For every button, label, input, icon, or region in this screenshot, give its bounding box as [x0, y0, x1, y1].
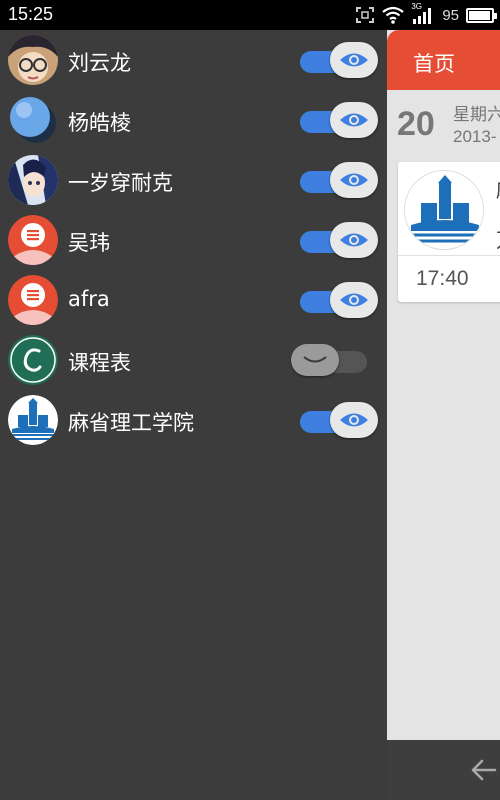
drawer-item-label: 课程表 — [68, 351, 131, 375]
drawer-item[interactable]: 杨皓棱 — [0, 90, 387, 150]
status-bar: 15:25 3G 95 — [0, 0, 500, 30]
date-weekday: 星期六 — [453, 105, 500, 125]
date-year: 2013- — [453, 127, 497, 146]
visibility-toggle[interactable] — [298, 400, 378, 440]
wifi-icon — [382, 6, 404, 24]
app-bar: 首页 — [387, 30, 500, 90]
drawer-item-label: 一岁穿耐克 — [68, 171, 173, 195]
event-time: 17:40 — [416, 267, 469, 290]
bottom-bar — [387, 740, 500, 800]
visibility-toggle[interactable] — [298, 40, 378, 80]
event-card[interactable]: 麻 万 17:40 — [398, 162, 500, 302]
drawer-item[interactable]: 一岁穿耐克 — [0, 150, 387, 210]
avatar — [8, 155, 58, 205]
eye-icon — [340, 53, 368, 67]
signal-icon: 3G — [411, 2, 435, 25]
visibility-toggle[interactable] — [298, 160, 378, 200]
eye-icon — [340, 113, 368, 127]
avatar — [8, 335, 58, 385]
drawer-item-label: 吴玮 — [68, 231, 110, 255]
visibility-toggle[interactable] — [298, 100, 378, 140]
drawer-item[interactable]: 课程表 — [0, 330, 387, 390]
eye-icon — [340, 413, 368, 427]
drawer-item[interactable]: 麻省理工学院 — [0, 390, 387, 450]
screenshot-icon — [356, 7, 375, 23]
avatar — [8, 35, 58, 85]
avatar — [8, 395, 58, 445]
card-divider — [398, 255, 500, 256]
drawer-item-label: 麻省理工学院 — [68, 411, 194, 435]
battery-icon — [466, 7, 497, 23]
drawer-item-label: afra — [68, 287, 110, 311]
avatar — [8, 95, 58, 145]
visibility-toggle[interactable] — [298, 220, 378, 260]
account-drawer: 刘云龙 杨皓棱 一岁穿耐克 吴玮 afra 课程表 麻省理工学院 — [0, 30, 387, 800]
eye-icon — [340, 293, 368, 307]
eye-icon — [340, 233, 368, 247]
drawer-item[interactable]: 刘云龙 — [0, 30, 387, 90]
event-subtitle-fragment: 万 — [496, 224, 500, 253]
visibility-toggle[interactable] — [298, 280, 378, 320]
status-time: 15:25 — [8, 4, 54, 24]
status-icons: 3G 95 — [355, 2, 497, 25]
event-title-fragment: 麻 — [496, 174, 500, 203]
back-arrow-icon[interactable] — [467, 754, 499, 786]
drawer-item[interactable]: 吴玮 — [0, 210, 387, 270]
avatar — [8, 215, 58, 265]
eye-icon — [340, 173, 368, 187]
drawer-item-label: 刘云龙 — [68, 51, 131, 75]
eye-closed-icon — [303, 356, 327, 363]
visibility-toggle[interactable] — [291, 340, 379, 380]
date-header: 20 星期六 2013- — [387, 90, 500, 160]
page-title[interactable]: 首页 — [413, 48, 455, 78]
avatar — [8, 275, 58, 325]
drawer-item-label: 杨皓棱 — [68, 111, 131, 135]
main-panel: 首页 20 星期六 2013- 麻 万 17:40 — [387, 30, 500, 800]
institution-logo — [404, 170, 484, 250]
battery-percent: 95 — [442, 6, 459, 24]
date-day: 20 — [397, 105, 435, 143]
drawer-item[interactable]: afra — [0, 270, 387, 330]
